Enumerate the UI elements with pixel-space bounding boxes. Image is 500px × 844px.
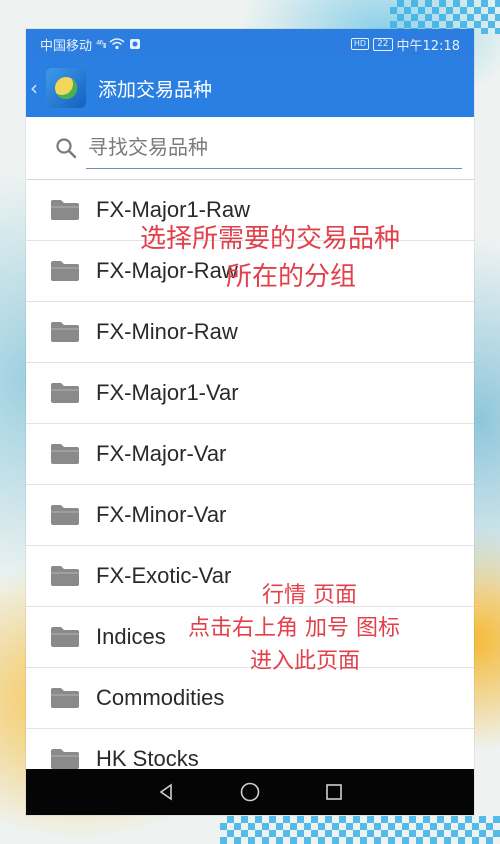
hd-badge: HD <box>350 38 370 50</box>
symbol-group-row[interactable]: FX-Major1-Var <box>26 363 474 424</box>
symbol-group-label: FX-Exotic-Var <box>96 563 232 588</box>
annotation-group-hint-line2: 所在的分组 <box>226 262 357 292</box>
symbol-group-row[interactable]: FX-Minor-Raw <box>26 302 474 363</box>
folder-icon <box>51 261 79 281</box>
annotation-group-hint-line1: 选择所需要的交易品种 <box>140 224 401 254</box>
annotation-nav-hint-line3: 进入此页面 <box>250 649 361 674</box>
phone-screen: 中国移动 ⁴⁶ᵢₗₗ HD 22 中午12:18 ‹ 添加交易品种 寻找交易品种… <box>26 29 474 815</box>
nav-home-icon[interactable] <box>239 781 261 803</box>
folder-icon <box>51 383 79 403</box>
clock: 中午12:18 <box>396 38 460 54</box>
page-title: 添加交易品种 <box>98 78 213 101</box>
annotation-nav-hint-line2: 点击右上角 加号 图标 <box>188 616 400 641</box>
search-icon <box>56 138 77 159</box>
folder-icon <box>51 322 79 342</box>
folder-icon <box>51 566 79 586</box>
annotation-nav-hint-line1: 行情 页面 <box>262 583 357 608</box>
wifi-icon <box>109 38 125 50</box>
folder-icon <box>51 505 79 525</box>
carrier-label: 中国移动 <box>40 38 93 54</box>
symbol-group-row[interactable]: FX-Major-Var <box>26 424 474 485</box>
notification-icon <box>130 39 141 49</box>
symbol-group-label: FX-Major1-Var <box>96 380 239 405</box>
search-bar <box>26 117 474 179</box>
symbol-group-row[interactable]: FX-Minor-Var <box>26 485 474 546</box>
folder-icon <box>51 749 79 769</box>
symbol-group-label: FX-Minor-Raw <box>96 319 238 344</box>
nav-recents-icon[interactable] <box>323 781 345 803</box>
folder-icon <box>51 627 79 647</box>
signal-icon: ⁴⁶ᵢₗₗ <box>96 37 106 51</box>
nav-back-icon[interactable] <box>155 781 177 803</box>
folder-icon <box>51 200 79 220</box>
metatrader-logo-icon[interactable] <box>46 68 86 108</box>
symbol-group-label: FX-Major1-Raw <box>96 197 251 222</box>
chevron-left-icon[interactable]: ‹ <box>30 76 44 100</box>
symbol-group-row[interactable]: FX-Exotic-Var <box>26 546 474 607</box>
battery-icon: 22 <box>373 37 393 51</box>
symbol-group-label: FX-Minor-Var <box>96 502 227 527</box>
symbol-group-label: Indices <box>96 624 166 649</box>
android-nav-bar <box>26 769 474 815</box>
symbol-group-row[interactable]: Commodities <box>26 668 474 729</box>
folder-icon <box>51 444 79 464</box>
symbol-group-label: Commodities <box>96 685 225 710</box>
checker-pattern-bottom <box>220 816 500 844</box>
search-input[interactable] <box>86 125 462 169</box>
symbol-group-label: FX-Major-Var <box>96 441 227 466</box>
symbol-group-label: FX-Major-Raw <box>96 258 238 283</box>
app-bar: ‹ 添加交易品种 <box>26 59 474 117</box>
status-bar: 中国移动 ⁴⁶ᵢₗₗ HD 22 中午12:18 <box>26 29 474 59</box>
folder-icon <box>51 688 79 708</box>
